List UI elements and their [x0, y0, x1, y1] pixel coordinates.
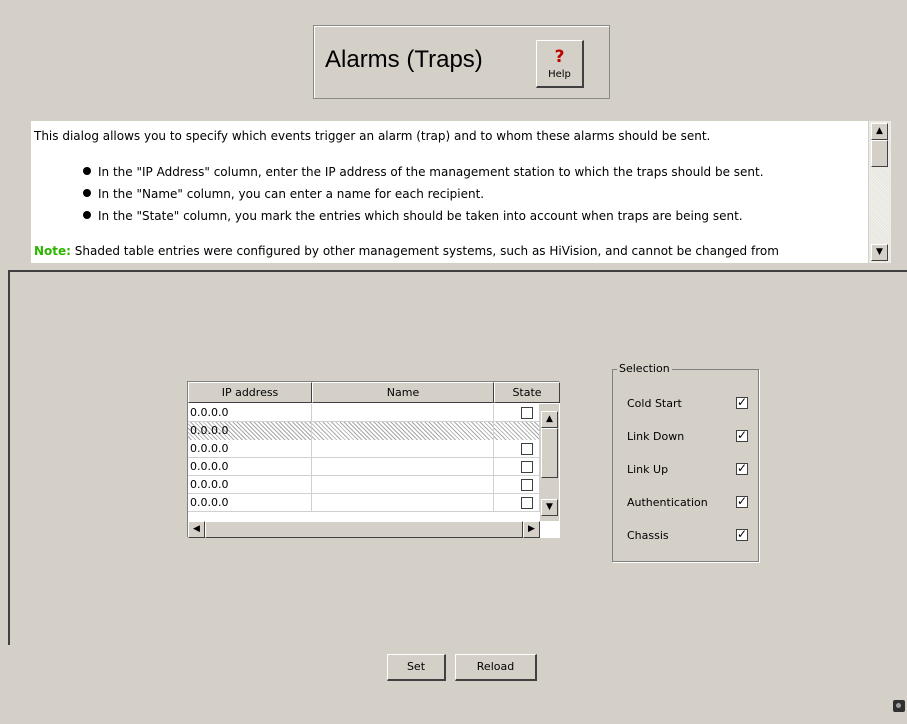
table-vertical-scrollbar[interactable]: ▲ ▼: [540, 404, 559, 521]
name-cell[interactable]: [312, 476, 494, 494]
link-down-checkbox[interactable]: [736, 428, 748, 442]
state-checkbox[interactable]: [521, 443, 533, 455]
chassis-checkbox[interactable]: [736, 527, 748, 541]
selection-label: Cold Start: [627, 397, 682, 410]
bullet-item: In the "IP Address" column, enter the IP…: [31, 163, 764, 185]
bullet-text: In the "State" column, you mark the entr…: [98, 209, 743, 223]
status-indicator-icon: [893, 700, 905, 712]
selection-label: Authentication: [627, 496, 708, 509]
column-header-name[interactable]: Name: [312, 382, 494, 403]
state-cell: [494, 404, 540, 422]
state-cell: [494, 440, 540, 458]
description-note: Note: Shaded table entries were configur…: [34, 244, 779, 258]
state-checkbox[interactable]: [521, 497, 533, 509]
note-text: Shaded table entries were configured by …: [70, 244, 779, 258]
name-cell: [312, 422, 494, 440]
selection-label: Link Down: [627, 430, 685, 443]
state-cell: [494, 476, 540, 494]
page-title: Alarms (Traps): [325, 46, 483, 73]
scroll-up-icon[interactable]: ▲: [541, 411, 558, 428]
set-button[interactable]: Set: [387, 654, 446, 681]
description-intro: This dialog allows you to specify which …: [34, 129, 711, 143]
state-checkbox[interactable]: [521, 479, 533, 491]
selection-item-chassis[interactable]: Chassis: [627, 527, 752, 544]
description-panel: This dialog allows you to specify which …: [31, 121, 868, 263]
scroll-left-icon[interactable]: ◀: [188, 521, 205, 538]
column-header-state[interactable]: State: [494, 382, 560, 403]
description-scrollbar[interactable]: ▲ ▼: [869, 121, 891, 263]
table-horizontal-scrollbar[interactable]: ◀ ▶: [188, 521, 540, 538]
cold-start-checkbox[interactable]: [736, 395, 748, 409]
bullet-icon: [83, 167, 91, 175]
title-panel: Alarms (Traps) ? Help: [313, 25, 610, 99]
link-up-checkbox[interactable]: [736, 461, 748, 475]
question-mark-icon: ?: [554, 47, 565, 67]
name-cell[interactable]: [312, 440, 494, 458]
scroll-thumb[interactable]: [205, 521, 523, 538]
scroll-thumb[interactable]: [541, 428, 558, 478]
name-cell[interactable]: [312, 404, 494, 422]
help-label: Help: [548, 69, 571, 80]
selection-label: Link Up: [627, 463, 669, 476]
state-cell: [494, 494, 540, 512]
traps-table: IP address Name State 0.0.0.0 0.0.0.0 0.…: [187, 381, 560, 538]
selection-item-cold-start[interactable]: Cold Start: [627, 395, 752, 412]
scroll-down-icon[interactable]: ▼: [871, 244, 888, 261]
bullet-icon: [83, 189, 91, 197]
selection-item-link-down[interactable]: Link Down: [627, 428, 752, 445]
scroll-right-icon[interactable]: ▶: [523, 521, 540, 538]
bullet-text: In the "IP Address" column, enter the IP…: [98, 165, 764, 179]
scroll-thumb[interactable]: [871, 140, 888, 167]
table-row[interactable]: 0.0.0.0: [188, 476, 540, 494]
table-row[interactable]: 0.0.0.0: [188, 458, 540, 476]
ip-cell[interactable]: 0.0.0.0: [188, 440, 312, 458]
state-cell: [494, 458, 540, 476]
reload-button[interactable]: Reload: [455, 654, 537, 681]
table-body: 0.0.0.0 0.0.0.0 0.0.0.0 0.0.0.0 0.0.0.0 …: [188, 404, 540, 521]
scroll-up-icon[interactable]: ▲: [871, 123, 888, 140]
bullet-item: In the "State" column, you mark the entr…: [31, 207, 764, 229]
column-header-ip[interactable]: IP address: [188, 382, 312, 403]
state-cell: [494, 422, 540, 440]
table-row: 0.0.0.0: [188, 422, 540, 440]
bullet-icon: [83, 211, 91, 219]
authentication-checkbox[interactable]: [736, 494, 748, 508]
scroll-down-icon[interactable]: ▼: [541, 499, 558, 516]
bullet-item: In the "Name" column, you can enter a na…: [31, 185, 764, 207]
selection-legend: Selection: [617, 362, 672, 375]
selection-item-link-up[interactable]: Link Up: [627, 461, 752, 478]
bullet-text: In the "Name" column, you can enter a na…: [98, 187, 485, 201]
state-checkbox[interactable]: [521, 461, 533, 473]
ip-cell[interactable]: 0.0.0.0: [188, 476, 312, 494]
selection-label: Chassis: [627, 529, 669, 542]
name-cell[interactable]: [312, 494, 494, 512]
table-row[interactable]: 0.0.0.0: [188, 440, 540, 458]
selection-group: Selection Cold Start Link Down Link Up A…: [612, 362, 759, 562]
ip-cell[interactable]: 0.0.0.0: [188, 494, 312, 512]
ip-cell: 0.0.0.0: [188, 422, 312, 440]
note-label: Note:: [34, 244, 71, 258]
selection-item-authentication[interactable]: Authentication: [627, 494, 752, 511]
description-bullets: In the "IP Address" column, enter the IP…: [31, 163, 764, 229]
ip-cell[interactable]: 0.0.0.0: [188, 404, 312, 422]
name-cell[interactable]: [312, 458, 494, 476]
table-row[interactable]: 0.0.0.0: [188, 404, 540, 422]
state-checkbox[interactable]: [521, 407, 533, 419]
help-button[interactable]: ? Help: [536, 40, 584, 88]
table-header: IP address Name State: [188, 382, 560, 403]
ip-cell[interactable]: 0.0.0.0: [188, 458, 312, 476]
table-row[interactable]: 0.0.0.0: [188, 494, 540, 512]
